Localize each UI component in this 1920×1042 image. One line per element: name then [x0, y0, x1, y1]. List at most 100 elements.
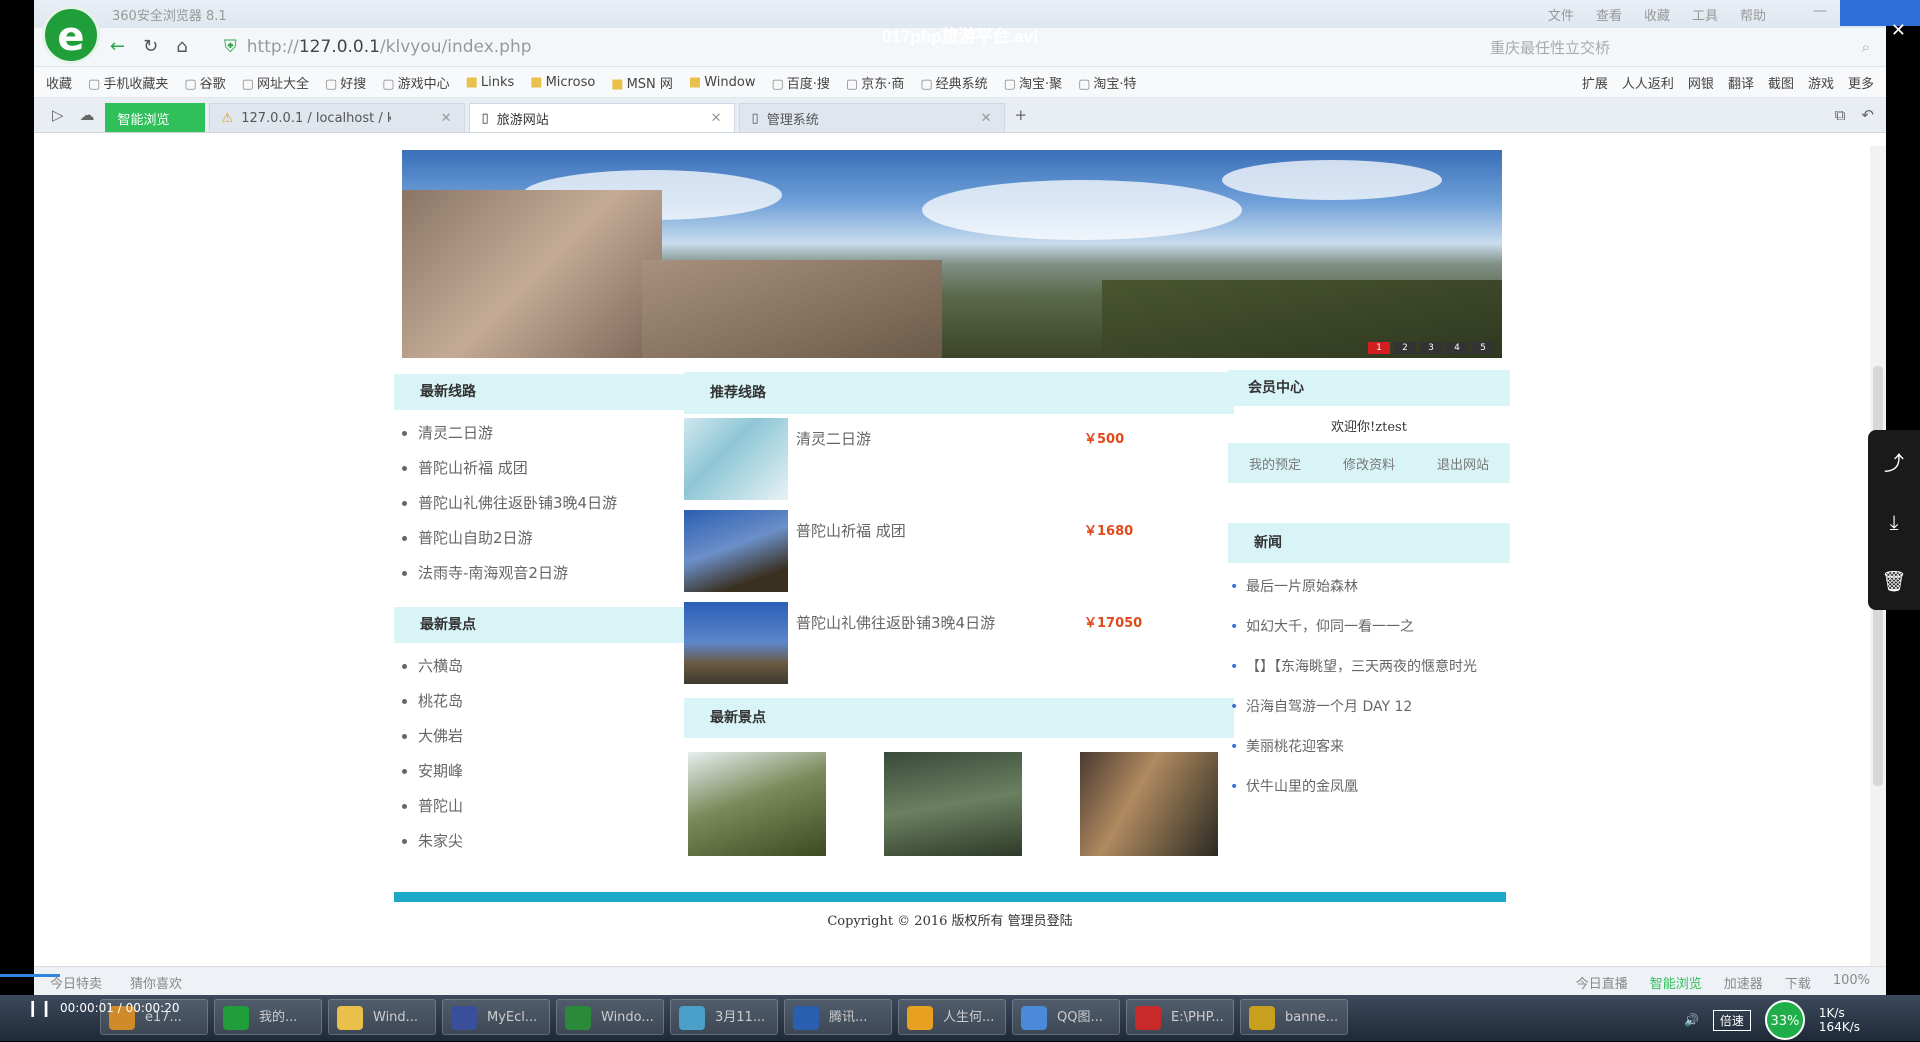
my-bookings-link[interactable]: 我的预定: [1249, 454, 1301, 473]
news-link[interactable]: 最后一片原始森林: [1230, 567, 1510, 607]
undo-close-icon[interactable]: ↶: [1861, 106, 1874, 124]
recommended-route[interactable]: 普陀山祈福 成团 ￥1680: [684, 506, 1244, 598]
bookmark-item[interactable]: 经典系统: [920, 73, 988, 92]
spot-link[interactable]: 普陀山: [418, 789, 706, 824]
route-thumbnail[interactable]: [684, 510, 788, 592]
ext-screenshot[interactable]: 截图: [1768, 73, 1794, 92]
bookmark-item[interactable]: 谷歌: [184, 73, 226, 92]
status-zoom[interactable]: 100%: [1833, 973, 1870, 992]
status-left: 今日特卖 猜你喜欢: [50, 973, 182, 992]
route-thumbnail[interactable]: [684, 418, 788, 500]
taskbar-item[interactable]: 腾讯...: [784, 999, 892, 1035]
admin-login-link[interactable]: 管理员登陆: [1008, 914, 1073, 929]
spot-photo[interactable]: [1080, 752, 1218, 856]
route-link[interactable]: 普陀山祈福 成团: [418, 451, 706, 486]
video-progress-bar[interactable]: [0, 974, 60, 977]
taskbar-item[interactable]: 3月11...: [670, 999, 778, 1035]
ext-more[interactable]: 更多: [1848, 73, 1874, 92]
status-download[interactable]: 下载: [1785, 973, 1811, 992]
bookmark-folder[interactable]: Window: [689, 75, 755, 90]
taskbar-item[interactable]: MyEcl...: [442, 999, 550, 1035]
logout-link[interactable]: 退出网站: [1437, 454, 1489, 473]
taskbar-item[interactable]: 人生何...: [898, 999, 1006, 1035]
banner-dot[interactable]: 4: [1446, 342, 1468, 354]
banner-dot[interactable]: 2: [1394, 342, 1416, 354]
taskbar-item[interactable]: Windo...: [556, 999, 664, 1035]
route-name[interactable]: 普陀山祈福 成团: [796, 520, 906, 541]
download-icon[interactable]: ⤓: [1890, 510, 1899, 534]
tab-admin-system[interactable]: ▯ 管理系统 ✕: [738, 103, 1005, 132]
tab-smart-browse[interactable]: 智能浏览: [104, 103, 205, 132]
bookmark-folder[interactable]: Microso: [530, 75, 596, 90]
new-tab-icon[interactable]: +: [1015, 106, 1028, 124]
spot-link[interactable]: 朱家尖: [418, 824, 706, 859]
spot-link[interactable]: 六横岛: [418, 649, 706, 684]
restore-tabs-icon[interactable]: ⧉: [1835, 106, 1846, 124]
pause-icon[interactable]: ❙❙: [26, 998, 53, 1017]
bookmark-item[interactable]: 游戏中心: [382, 73, 450, 92]
delete-icon[interactable]: 🗑: [1881, 569, 1906, 593]
news-link[interactable]: 沿海自驾游一个月 DAY 12: [1230, 687, 1510, 727]
news-link[interactable]: 美丽桃花迎客来: [1230, 727, 1510, 767]
tab-close-icon[interactable]: ✕: [981, 111, 992, 126]
ext-games[interactable]: 游戏: [1808, 73, 1834, 92]
bookmark-item[interactable]: 淘宝·特: [1078, 73, 1136, 92]
tab-close-icon[interactable]: ✕: [441, 111, 452, 126]
recommended-route[interactable]: 普陀山礼佛往返卧铺3晚4日游 ￥17050: [684, 598, 1244, 690]
news-link[interactable]: 如幻大千，仰同一看一一之: [1230, 607, 1510, 647]
bookmark-item[interactable]: 好搜: [325, 73, 366, 92]
status-recommend[interactable]: 猜你喜欢: [130, 973, 182, 992]
ext-translate[interactable]: 翻译: [1728, 73, 1754, 92]
volume-icon[interactable]: 🔊: [1684, 1013, 1699, 1027]
edit-profile-link[interactable]: 修改资料: [1343, 454, 1395, 473]
bookmark-item[interactable]: 收藏: [46, 73, 72, 92]
route-name[interactable]: 清灵二日游: [796, 428, 871, 449]
taskbar-item[interactable]: QQ图...: [1012, 999, 1120, 1035]
recommended-route[interactable]: 清灵二日游 ￥500: [684, 414, 1244, 506]
share-icon[interactable]: ⤴: [1884, 447, 1904, 476]
sidebar-toggle-icon[interactable]: ▷: [52, 106, 64, 124]
spot-link[interactable]: 安期峰: [418, 754, 706, 789]
minimize-icon[interactable]: —: [1813, 3, 1827, 19]
bookmark-folder[interactable]: Links: [466, 75, 514, 90]
bookmark-folder[interactable]: MSN 网: [611, 73, 673, 92]
ext-extensions[interactable]: 扩展: [1582, 73, 1608, 92]
bookmark-item[interactable]: 百度·搜: [771, 73, 830, 92]
player-cloud-button[interactable]: [1840, 0, 1920, 26]
bookmark-item[interactable]: 手机收藏夹: [88, 73, 168, 92]
taskbar-item[interactable]: banne...: [1240, 999, 1348, 1035]
spot-photo[interactable]: [688, 752, 826, 856]
bookmark-item[interactable]: 京东·商: [846, 73, 904, 92]
speed-button[interactable]: 倍速: [1712, 1009, 1751, 1031]
spot-link[interactable]: 桃花岛: [418, 684, 706, 719]
banner-dot[interactable]: 1: [1368, 342, 1390, 354]
tab-travel-site[interactable]: ▯ 旅游网站 ✕: [468, 103, 735, 132]
status-accelerator[interactable]: 加速器: [1724, 973, 1763, 992]
taskbar-item[interactable]: Wind...: [328, 999, 436, 1035]
route-link[interactable]: 法雨寺-南海观音2日游: [418, 556, 706, 591]
status-smart-browse[interactable]: 智能浏览: [1650, 973, 1702, 992]
bookmark-item[interactable]: 网址大全: [242, 73, 309, 92]
banner-image[interactable]: 1 2 3 4 5: [402, 150, 1502, 358]
spot-link[interactable]: 大佛岩: [418, 719, 706, 754]
tab-close-icon[interactable]: ✕: [711, 111, 722, 126]
taskbar-item[interactable]: E:\PHP...: [1126, 999, 1234, 1035]
ext-rebate[interactable]: 人人返利: [1622, 73, 1674, 92]
spot-photo[interactable]: [884, 752, 1022, 856]
ext-bank[interactable]: 网银: [1688, 73, 1714, 92]
route-link[interactable]: 普陀山礼佛往返卧铺3晚4日游: [418, 486, 706, 521]
cloud-icon[interactable]: ☁: [80, 106, 95, 124]
route-link[interactable]: 清灵二日游: [418, 416, 706, 451]
taskbar-item[interactable]: 我的...: [214, 999, 322, 1035]
route-thumbnail[interactable]: [684, 602, 788, 684]
news-link[interactable]: 【】【东海眺望，三天两夜的惬意时光: [1230, 647, 1510, 687]
banner-dot[interactable]: 3: [1420, 342, 1442, 354]
banner-dot[interactable]: 5: [1472, 342, 1494, 354]
tab-phpmyadmin[interactable]: ⚠ 127.0.0.1 / localhost / klvyou ✕: [208, 103, 465, 132]
close-icon[interactable]: ✕: [1891, 20, 1906, 41]
status-live[interactable]: 今日直播: [1576, 973, 1628, 992]
bookmark-item[interactable]: 淘宝·聚: [1004, 73, 1062, 92]
route-name[interactable]: 普陀山礼佛往返卧铺3晚4日游: [796, 612, 995, 633]
news-link[interactable]: 伏牛山里的金凤凰: [1230, 767, 1510, 807]
route-link[interactable]: 普陀山自助2日游: [418, 521, 706, 556]
